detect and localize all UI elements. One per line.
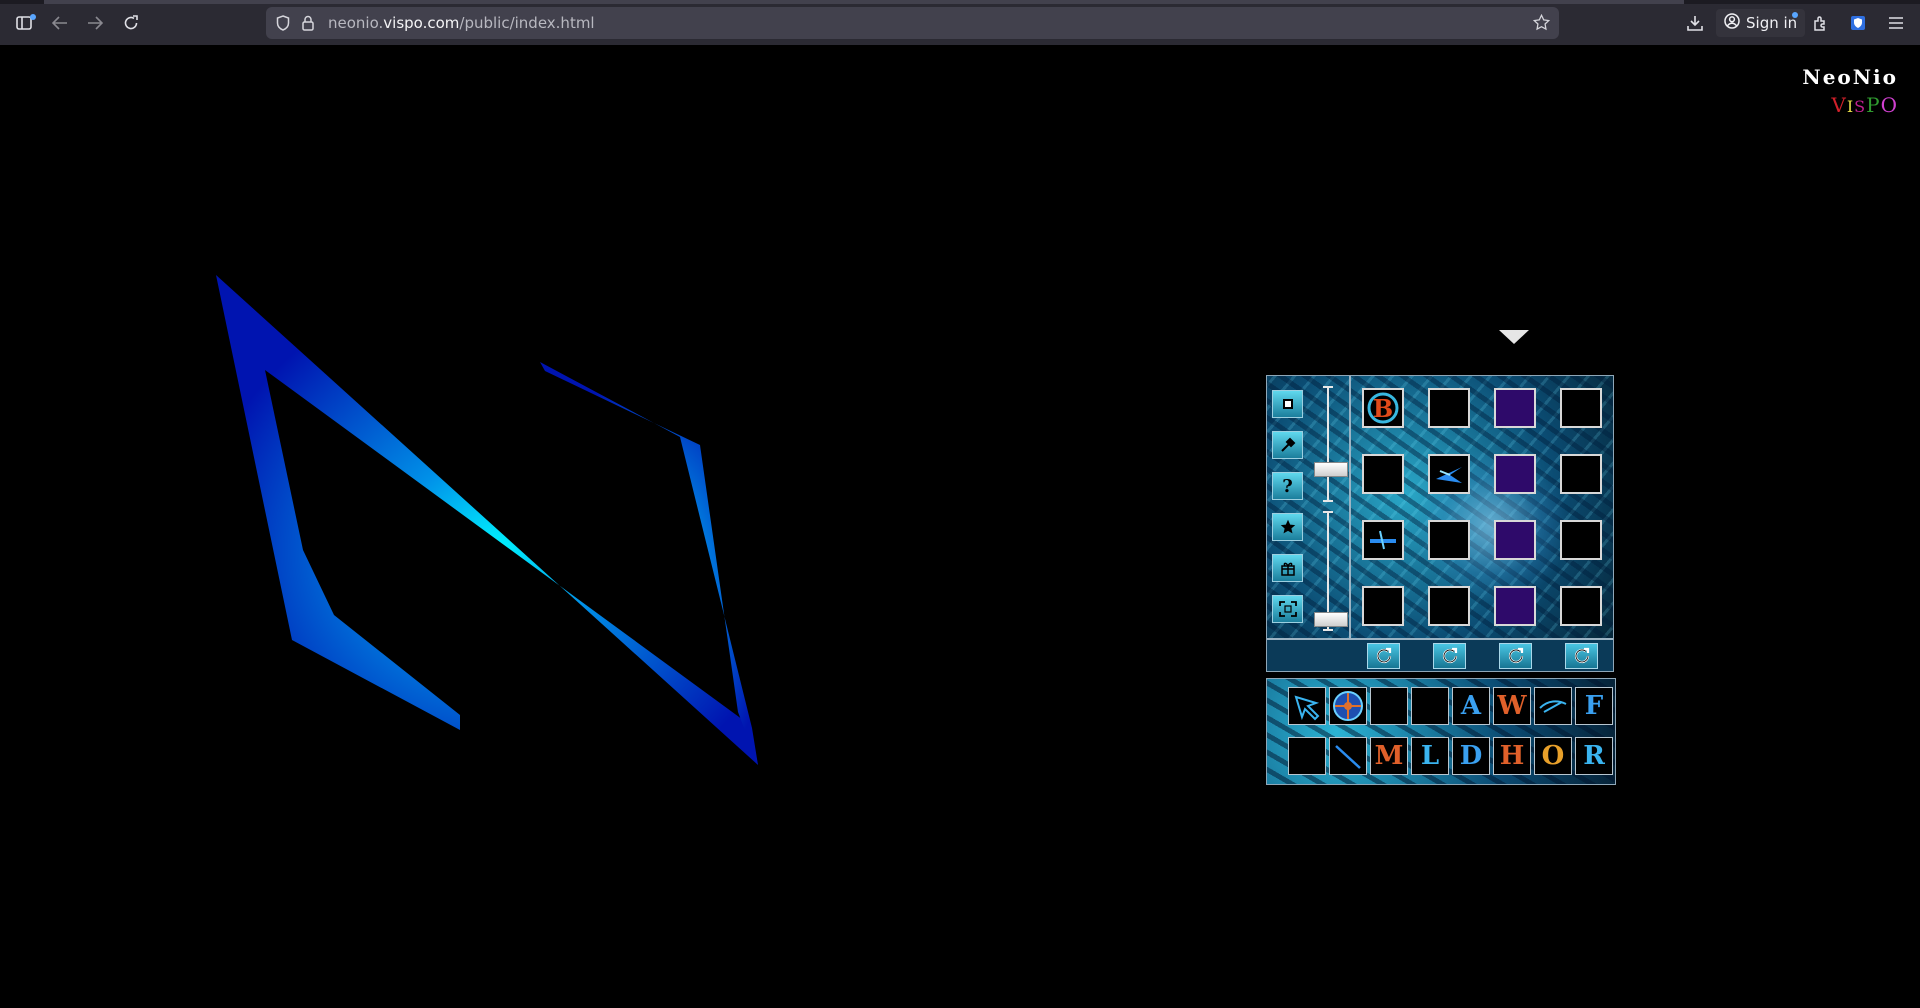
grid-cell-r3c1[interactable]	[1362, 520, 1404, 560]
container-icon[interactable]	[1844, 10, 1872, 36]
grid-cell-r4c4[interactable]	[1560, 586, 1602, 626]
mixer-panel: ? B	[1266, 375, 1614, 672]
gift-icon[interactable]	[1272, 554, 1303, 582]
palette-glyph-R-icon[interactable]: R	[1575, 737, 1613, 775]
sign-in-label: Sign in	[1746, 14, 1798, 32]
active-tab[interactable]	[44, 0, 1684, 4]
tab-strip	[0, 0, 1920, 4]
extensions-icon[interactable]	[1806, 10, 1834, 36]
palette-glyph-M-icon[interactable]: M	[1370, 737, 1408, 775]
grid-cell-r1c3[interactable]	[1494, 388, 1536, 428]
refresh-icon[interactable]	[1499, 643, 1532, 669]
address-bar[interactable]: neonio.vispo.com/public/index.html	[266, 7, 1559, 39]
grid-cell-r2c4[interactable]	[1560, 454, 1602, 494]
tool-column: ?	[1267, 376, 1351, 638]
reload-icon[interactable]	[117, 10, 145, 36]
palette-glyph-D-icon[interactable]: D	[1452, 737, 1490, 775]
refresh-row	[1267, 638, 1613, 671]
dropdown-arrow-icon[interactable]	[1499, 330, 1529, 344]
url-text[interactable]: neonio.vispo.com/public/index.html	[328, 14, 595, 32]
grid-cell-r1c4[interactable]	[1560, 388, 1602, 428]
subtitle-letter: O	[1880, 93, 1898, 117]
palette-empty-slot[interactable]	[1411, 687, 1449, 725]
refresh-icon[interactable]	[1367, 643, 1400, 669]
grid-cell-r4c1[interactable]	[1362, 586, 1404, 626]
lock-icon[interactable]	[302, 15, 314, 35]
palette-glyph-W-icon[interactable]: W	[1493, 687, 1531, 725]
grid-cell-r4c3[interactable]	[1494, 586, 1536, 626]
menu-icon[interactable]	[1882, 10, 1910, 36]
palette-empty-slot[interactable]	[1288, 737, 1326, 775]
grid-cell-r3c2[interactable]	[1428, 520, 1470, 560]
bookmark-star-icon[interactable]	[1532, 13, 1551, 35]
hammer-icon[interactable]	[1272, 431, 1303, 459]
back-icon[interactable]	[46, 10, 74, 36]
palette-compass-icon[interactable]	[1329, 687, 1367, 725]
palette-arrow-icon[interactable]	[1288, 687, 1326, 725]
download-icon[interactable]	[1681, 10, 1709, 36]
ornate-b-icon: B	[1367, 392, 1399, 424]
grid-cell-r3c3[interactable]	[1494, 520, 1536, 560]
grid-cell-r1c1[interactable]: B	[1362, 388, 1404, 428]
sign-in-button[interactable]: Sign in	[1716, 9, 1806, 37]
blue-spark-icon	[1436, 467, 1462, 483]
subtitle-letter: V	[1831, 93, 1847, 117]
account-icon	[1724, 13, 1740, 33]
star-icon[interactable]	[1272, 513, 1303, 541]
grid-cell-r3c4[interactable]	[1560, 520, 1602, 560]
grid-cell-r2c3[interactable]	[1494, 454, 1536, 494]
stop-icon[interactable]	[1272, 390, 1303, 418]
site-subtitle: VISPO	[1831, 93, 1898, 117]
palette-swoosh-icon[interactable]	[1534, 687, 1572, 725]
logo-left-stroke	[216, 275, 758, 765]
site-title: NeoNio	[1802, 65, 1898, 89]
palette-glyph-H-icon[interactable]: H	[1493, 737, 1531, 775]
slider-track-1[interactable]	[1323, 386, 1333, 502]
slider-thumb-1[interactable]	[1314, 462, 1348, 477]
refresh-icon[interactable]	[1433, 643, 1466, 669]
svg-text:B: B	[1373, 394, 1393, 423]
palette-empty-slot[interactable]	[1370, 687, 1408, 725]
grid-cell-r2c1[interactable]	[1362, 454, 1404, 494]
palette-glyph-O-icon[interactable]: O	[1534, 737, 1572, 775]
palette-glyph-L-icon[interactable]: L	[1411, 737, 1449, 775]
subtitle-letter: S	[1854, 97, 1867, 116]
page-canvas: NeoNio VISPO ? B A W F M L D H O R	[0, 45, 1920, 1008]
palette-glyph-A-icon[interactable]: A	[1452, 687, 1490, 725]
grid-cell-r4c2[interactable]	[1428, 586, 1470, 626]
browser-toolbar: neonio.vispo.com/public/index.html Sign …	[0, 0, 1920, 45]
grid-cell-r1c2[interactable]	[1428, 388, 1470, 428]
sidebar-icon[interactable]	[10, 10, 38, 36]
logo-right-stroke	[540, 362, 758, 765]
blue-dash-icon	[1370, 530, 1396, 550]
control-widget: ? B A W F M L D H O R	[1266, 330, 1616, 785]
subtitle-letter: I	[1846, 97, 1855, 116]
refresh-icon[interactable]	[1565, 643, 1598, 669]
neonio-N-logo	[216, 275, 758, 765]
forward-icon[interactable]	[81, 10, 109, 36]
shield-icon[interactable]	[276, 15, 290, 35]
palette-glyph-F-icon[interactable]: F	[1575, 687, 1613, 725]
help-icon[interactable]: ?	[1272, 472, 1303, 500]
slider-thumb-2[interactable]	[1314, 612, 1348, 627]
sound-palette: A W F M L D H O R	[1266, 678, 1616, 785]
palette-line-icon[interactable]	[1329, 737, 1367, 775]
grid-cell-r2c2[interactable]	[1428, 454, 1470, 494]
fullscreen-icon[interactable]	[1272, 595, 1303, 623]
subtitle-letter: P	[1866, 93, 1881, 117]
